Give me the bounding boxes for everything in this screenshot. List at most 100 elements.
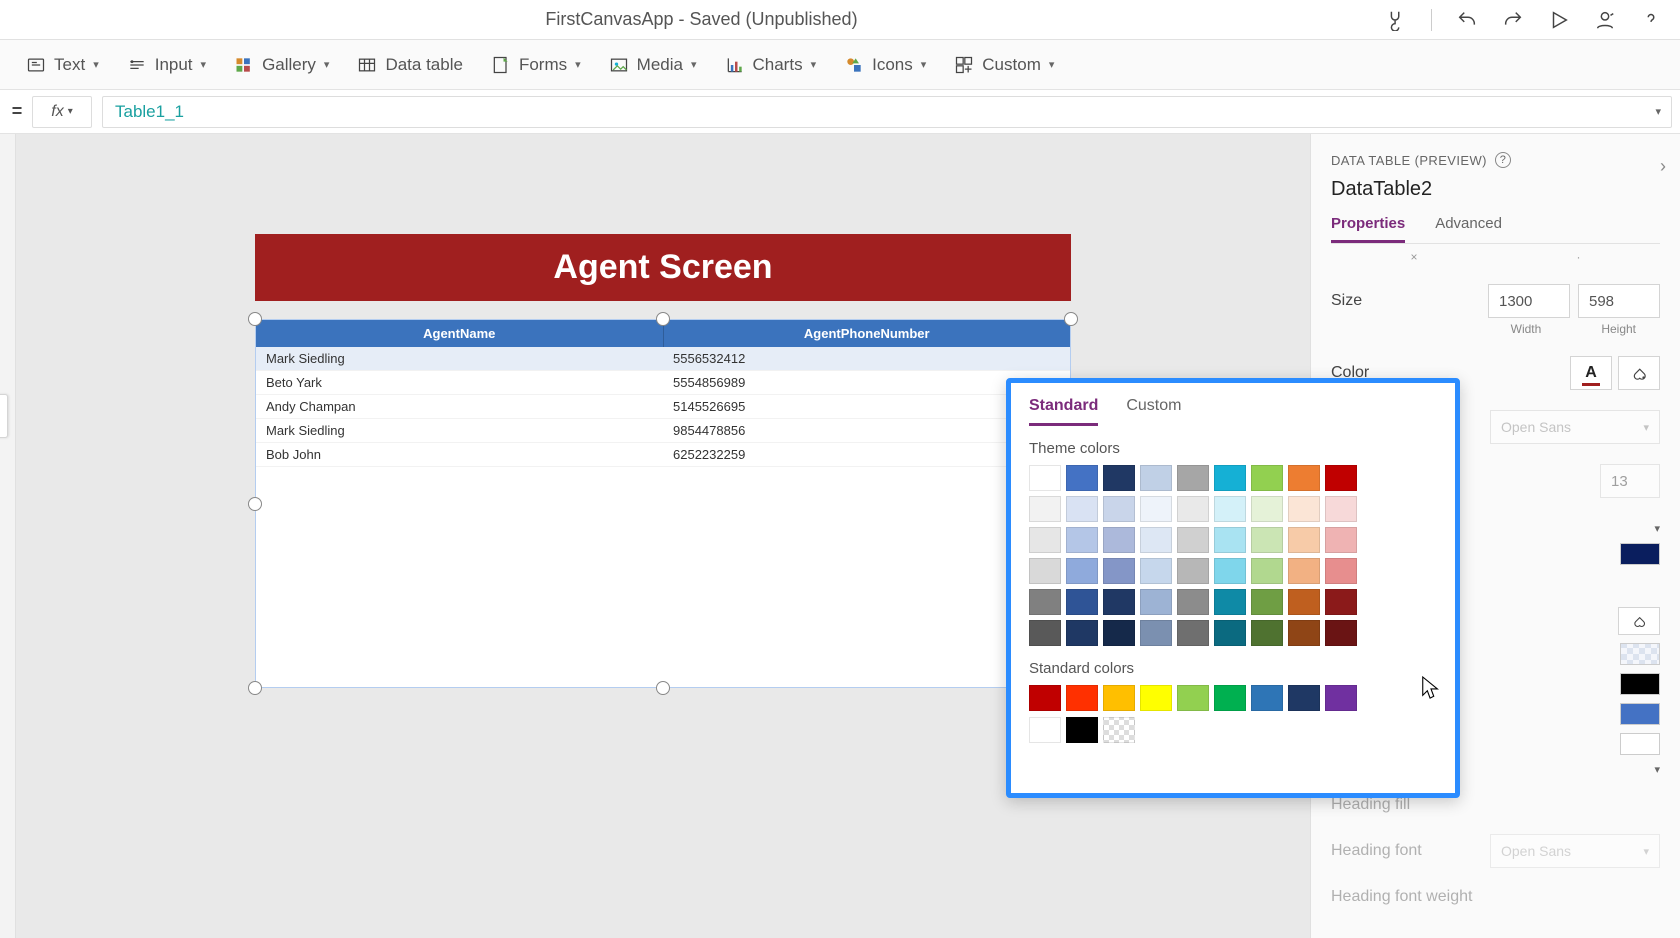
- cp-tab-custom[interactable]: Custom: [1126, 397, 1181, 426]
- color-cell[interactable]: [1066, 465, 1098, 491]
- color-cell[interactable]: [1177, 685, 1209, 711]
- table-row[interactable]: Mark Siedling5556532412: [256, 347, 1070, 371]
- color-cell[interactable]: [1140, 685, 1172, 711]
- color-swatch[interactable]: [1620, 733, 1660, 755]
- color-cell[interactable]: [1029, 620, 1061, 646]
- color-cell[interactable]: [1103, 685, 1135, 711]
- color-cell[interactable]: [1029, 717, 1061, 743]
- redo-icon[interactable]: [1502, 9, 1524, 31]
- color-cell[interactable]: [1288, 496, 1320, 522]
- color-cell[interactable]: [1066, 496, 1098, 522]
- color-cell[interactable]: [1251, 685, 1283, 711]
- ribbon-forms[interactable]: Forms▾: [491, 55, 581, 75]
- cp-tab-standard[interactable]: Standard: [1029, 397, 1098, 426]
- share-icon[interactable]: [1594, 9, 1616, 31]
- color-swatch[interactable]: [1620, 543, 1660, 565]
- color-cell[interactable]: [1325, 465, 1357, 491]
- formula-input[interactable]: Table1_1 ▾: [102, 96, 1672, 128]
- color-cell[interactable]: [1140, 620, 1172, 646]
- fill-color-button[interactable]: [1618, 356, 1660, 390]
- play-icon[interactable]: [1548, 9, 1570, 31]
- color-cell[interactable]: [1177, 496, 1209, 522]
- height-input[interactable]: 598: [1578, 284, 1660, 318]
- color-cell[interactable]: [1029, 589, 1061, 615]
- table-row[interactable]: Beto Yark5554856989: [256, 371, 1070, 395]
- color-cell[interactable]: [1103, 527, 1135, 553]
- color-cell[interactable]: [1177, 558, 1209, 584]
- resize-handle[interactable]: [248, 497, 262, 511]
- width-input[interactable]: 1300: [1488, 284, 1570, 318]
- table-row[interactable]: Mark Siedling9854478856: [256, 419, 1070, 443]
- fx-selector[interactable]: fx▾: [32, 96, 92, 128]
- color-cell[interactable]: [1066, 620, 1098, 646]
- color-cell[interactable]: [1251, 496, 1283, 522]
- color-cell[interactable]: [1103, 589, 1135, 615]
- color-cell[interactable]: [1029, 496, 1061, 522]
- info-icon[interactable]: ?: [1495, 152, 1511, 168]
- undo-icon[interactable]: [1456, 9, 1478, 31]
- table-row[interactable]: Andy Champan5145526695: [256, 395, 1070, 419]
- color-cell[interactable]: [1177, 465, 1209, 491]
- color-swatch[interactable]: [1620, 673, 1660, 695]
- column-header[interactable]: AgentName: [256, 320, 664, 347]
- ribbon-gallery[interactable]: Gallery▾: [234, 55, 329, 75]
- color-cell[interactable]: [1251, 620, 1283, 646]
- fill-swatch-button[interactable]: [1618, 607, 1660, 635]
- color-cell[interactable]: [1288, 558, 1320, 584]
- tree-flyout-handle[interactable]: [0, 394, 8, 438]
- help-icon[interactable]: [1640, 9, 1662, 31]
- color-cell[interactable]: [1177, 589, 1209, 615]
- color-cell[interactable]: [1214, 558, 1246, 584]
- tab-properties[interactable]: Properties: [1331, 215, 1405, 243]
- color-cell[interactable]: [1029, 465, 1061, 491]
- diagnostics-icon[interactable]: [1385, 9, 1407, 31]
- color-cell[interactable]: [1325, 527, 1357, 553]
- color-cell[interactable]: [1066, 685, 1098, 711]
- color-cell[interactable]: [1066, 589, 1098, 615]
- color-cell[interactable]: [1214, 620, 1246, 646]
- column-header[interactable]: AgentPhoneNumber: [664, 320, 1071, 347]
- resize-handle[interactable]: [248, 681, 262, 695]
- ribbon-icons[interactable]: Icons▾: [844, 55, 926, 75]
- ribbon-input[interactable]: Input▾: [127, 55, 206, 75]
- color-cell[interactable]: [1288, 465, 1320, 491]
- font-dropdown[interactable]: Open Sans▾: [1490, 410, 1660, 444]
- color-cell[interactable]: [1103, 717, 1135, 743]
- color-cell[interactable]: [1103, 558, 1135, 584]
- color-cell[interactable]: [1325, 589, 1357, 615]
- fontsize-input[interactable]: 13: [1600, 464, 1660, 498]
- color-cell[interactable]: [1251, 558, 1283, 584]
- resize-handle[interactable]: [656, 681, 670, 695]
- color-cell[interactable]: [1214, 685, 1246, 711]
- chevron-right-icon[interactable]: ›: [1660, 156, 1666, 177]
- datatable-control[interactable]: AgentName AgentPhoneNumber Mark Siedling…: [255, 319, 1071, 688]
- ribbon-custom[interactable]: Custom▾: [954, 55, 1054, 75]
- resize-handle[interactable]: [248, 312, 262, 326]
- chevron-down-icon[interactable]: ▾: [1655, 105, 1661, 118]
- resize-handle[interactable]: [656, 312, 670, 326]
- color-cell[interactable]: [1325, 620, 1357, 646]
- font-color-button[interactable]: A: [1570, 356, 1612, 390]
- color-cell[interactable]: [1177, 527, 1209, 553]
- color-cell[interactable]: [1140, 465, 1172, 491]
- headingfont-dropdown[interactable]: Open Sans▾: [1490, 834, 1660, 868]
- color-cell[interactable]: [1103, 465, 1135, 491]
- table-row[interactable]: Bob John6252232259: [256, 443, 1070, 467]
- ribbon-charts[interactable]: Charts▾: [725, 55, 817, 75]
- color-cell[interactable]: [1140, 527, 1172, 553]
- color-cell[interactable]: [1029, 527, 1061, 553]
- color-cell[interactable]: [1288, 685, 1320, 711]
- color-cell[interactable]: [1103, 496, 1135, 522]
- resize-handle[interactable]: [1064, 312, 1078, 326]
- color-cell[interactable]: [1325, 685, 1357, 711]
- color-cell[interactable]: [1029, 558, 1061, 584]
- color-cell[interactable]: [1325, 558, 1357, 584]
- color-cell[interactable]: [1140, 589, 1172, 615]
- color-cell[interactable]: [1251, 527, 1283, 553]
- ribbon-media[interactable]: Media▾: [609, 55, 697, 75]
- color-swatch[interactable]: [1620, 703, 1660, 725]
- color-swatch[interactable]: [1620, 643, 1660, 665]
- color-cell[interactable]: [1214, 527, 1246, 553]
- color-cell[interactable]: [1066, 527, 1098, 553]
- color-cell[interactable]: [1214, 465, 1246, 491]
